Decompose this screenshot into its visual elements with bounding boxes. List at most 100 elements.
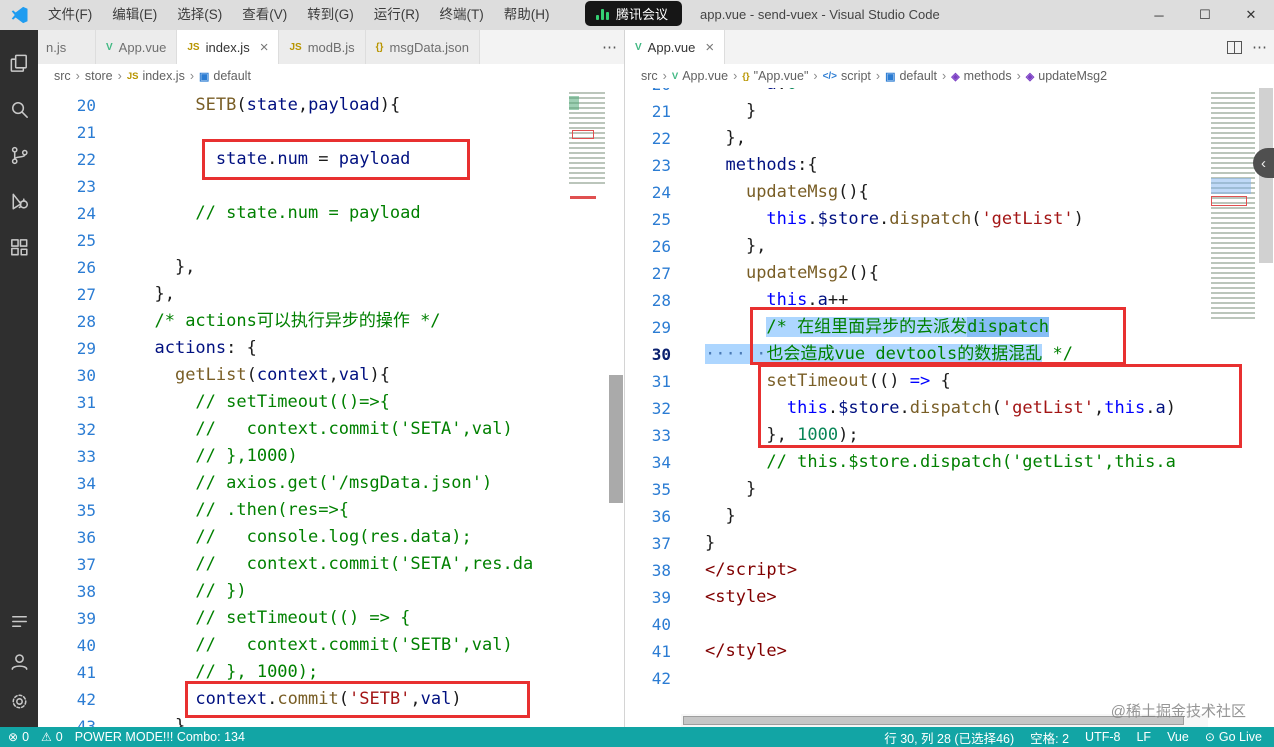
code-line-32[interactable]: // context.commit('SETA',val) [108, 416, 566, 443]
scrollbar-thumb[interactable] [683, 716, 1184, 725]
tab-App.vue[interactable]: V App.vue [96, 30, 178, 64]
code-line-39[interactable]: <style> [681, 584, 1208, 611]
tab-msgData.json[interactable]: {} msgData.json [365, 30, 480, 64]
code-line-31[interactable]: setTimeout(() => { [681, 368, 1208, 395]
code-line-43[interactable]: } [108, 713, 566, 727]
split-editor-icon[interactable] [1227, 40, 1242, 54]
eol-status[interactable]: LF [1136, 730, 1151, 744]
code-line-23[interactable]: methods:{ [681, 152, 1208, 179]
breadcrumb-src[interactable]: src [641, 69, 658, 83]
code-line-22[interactable]: state.num = payload [108, 146, 566, 173]
close-tab-icon[interactable]: × [705, 39, 714, 56]
close-button[interactable]: ✕ [1228, 0, 1274, 30]
code-line-40[interactable] [681, 611, 1208, 638]
breadcrumb-updateMsg2[interactable]: ◈ updateMsg2 [1026, 69, 1107, 83]
code-line-20[interactable]: SETB(state,payload){ [108, 92, 566, 119]
breadcrumb-App.vue[interactable]: V App.vue [672, 69, 728, 83]
errors-status[interactable]: ⊗ 0 [8, 730, 29, 744]
code-line-25[interactable] [108, 227, 566, 254]
tab-App.vue[interactable]: V App.vue × [625, 30, 726, 64]
code-line-28[interactable]: /* actions可以执行异步的操作 */ [108, 308, 566, 335]
breadcrumb-methods[interactable]: ◈ methods [951, 69, 1011, 83]
menu-item[interactable]: 转到(G) [297, 0, 364, 30]
encoding-status[interactable]: UTF-8 [1085, 730, 1120, 744]
tencent-meeting-overlay[interactable]: 腾讯会议 [585, 1, 683, 26]
code-line-36[interactable]: } [681, 503, 1208, 530]
tab-modB.js[interactable]: JS modB.js [279, 30, 366, 64]
account-icon[interactable] [0, 641, 38, 681]
indentation-status[interactable]: 空格: 2 [1030, 728, 1069, 747]
menu-item[interactable]: 运行(R) [364, 0, 430, 30]
code-line-34[interactable]: // axios.get('/msgData.json') [108, 470, 566, 497]
breadcrumb-src[interactable]: src [54, 69, 71, 83]
menu-item[interactable]: 编辑(E) [102, 0, 167, 30]
close-tab-icon[interactable]: × [260, 39, 269, 56]
code-line-41[interactable]: </style> [681, 638, 1208, 665]
vertical-scrollbar-right[interactable] [1258, 88, 1274, 727]
code-line-41[interactable]: // }, 1000); [108, 659, 566, 686]
code-line-31[interactable]: // setTimeout(()=>{ [108, 389, 566, 416]
code-line-32[interactable]: this.$store.dispatch('getList',this.a) [681, 395, 1208, 422]
code-line-37[interactable]: // context.commit('SETA',res.da [108, 551, 566, 578]
code-line-22[interactable]: }, [681, 125, 1208, 152]
code-line-42[interactable]: context.commit('SETB',val) [108, 686, 566, 713]
code-line-30[interactable]: getList(context,val){ [108, 362, 566, 389]
code-line-23[interactable] [108, 173, 566, 200]
code-line-25[interactable]: this.$store.dispatch('getList') [681, 206, 1208, 233]
code-line-26[interactable]: }, [681, 233, 1208, 260]
extensions-icon[interactable] [0, 224, 38, 270]
code-line-21[interactable]: } [681, 98, 1208, 125]
settings-gear-icon[interactable] [0, 681, 38, 721]
code-line-33[interactable]: // },1000) [108, 443, 566, 470]
breadcrumb-default[interactable]: ▣ default [885, 69, 937, 83]
vertical-scrollbar-left[interactable] [608, 88, 624, 727]
code-line-29[interactable]: /* 在组里面异步的去派发dispatch [681, 314, 1208, 341]
menu-item[interactable]: 帮助(H) [494, 0, 560, 30]
code-line-20[interactable]: a:0 [681, 88, 1208, 98]
code-line-26[interactable]: }, [108, 254, 566, 281]
code-line-24[interactable]: // state.num = payload [108, 200, 566, 227]
run-debug-icon[interactable] [0, 178, 38, 224]
code-line-35[interactable]: // .then(res=>{ [108, 497, 566, 524]
code-line-33[interactable]: }, 1000); [681, 422, 1208, 449]
minimap-right[interactable] [1208, 88, 1258, 727]
tab-n.js[interactable]: n.js [38, 30, 96, 64]
more-actions-icon[interactable]: ⋯ [1252, 38, 1268, 56]
language-status[interactable]: Vue [1167, 730, 1189, 744]
go-live-status[interactable]: ⊙ Go Live [1205, 730, 1262, 744]
code-line-35[interactable]: } [681, 476, 1208, 503]
code-line-38[interactable]: // }) [108, 578, 566, 605]
list-icon[interactable] [0, 601, 38, 641]
editor-right[interactable]: 20 21 22 23 24 25 26 27 28 29 30 31 32 33 34 35 36 37 38 39… [625, 88, 1274, 727]
search-icon[interactable] [0, 86, 38, 132]
code-line-28[interactable]: this.a++ [681, 287, 1208, 314]
tab-index.js[interactable]: JS index.js × [177, 30, 280, 64]
editor-left[interactable]: 20 21 22 23 24 25 26 27 28 29 30 31 32 33 34 35 36 37 38 39… [38, 88, 624, 727]
menu-item[interactable]: 选择(S) [167, 0, 232, 30]
code-line-38[interactable]: </script> [681, 557, 1208, 584]
code-line-30[interactable]: ······也会造成vue devtools的数据混乱 */ [681, 341, 1208, 368]
code-line-27[interactable]: }, [108, 281, 566, 308]
code-line-37[interactable]: } [681, 530, 1208, 557]
menu-item[interactable]: 文件(F) [38, 0, 102, 30]
power-mode-status[interactable]: POWER MODE!!! Combo: 134 [75, 730, 245, 744]
code-line-39[interactable]: // setTimeout(() => { [108, 605, 566, 632]
code-line-40[interactable]: // context.commit('SETB',val) [108, 632, 566, 659]
code-line-21[interactable] [108, 119, 566, 146]
minimap-left[interactable] [566, 88, 608, 727]
menu-item[interactable]: 查看(V) [232, 0, 297, 30]
code-line-29[interactable]: actions: { [108, 335, 566, 362]
code-line-42[interactable] [681, 665, 1208, 692]
more-actions-icon[interactable]: ⋯ [602, 38, 618, 56]
minimize-button[interactable]: ─ [1136, 0, 1182, 30]
warnings-status[interactable]: ⚠ 0 [41, 730, 63, 744]
source-control-icon[interactable] [0, 132, 38, 178]
code-line-34[interactable]: // this.$store.dispatch('getList',this.a [681, 449, 1208, 476]
code-line-24[interactable]: updateMsg(){ [681, 179, 1208, 206]
cursor-position-status[interactable]: 行 30, 列 28 (已选择46) [884, 728, 1014, 747]
maximize-button[interactable]: ☐ [1182, 0, 1228, 30]
breadcrumb-default[interactable]: ▣ default [199, 69, 251, 83]
breadcrumb-index.js[interactable]: JS index.js [127, 69, 185, 83]
code-right[interactable]: a:0 } }, methods:{ updateMsg(){ this.$st… [681, 88, 1208, 727]
menu-item[interactable]: 终端(T) [430, 0, 494, 30]
